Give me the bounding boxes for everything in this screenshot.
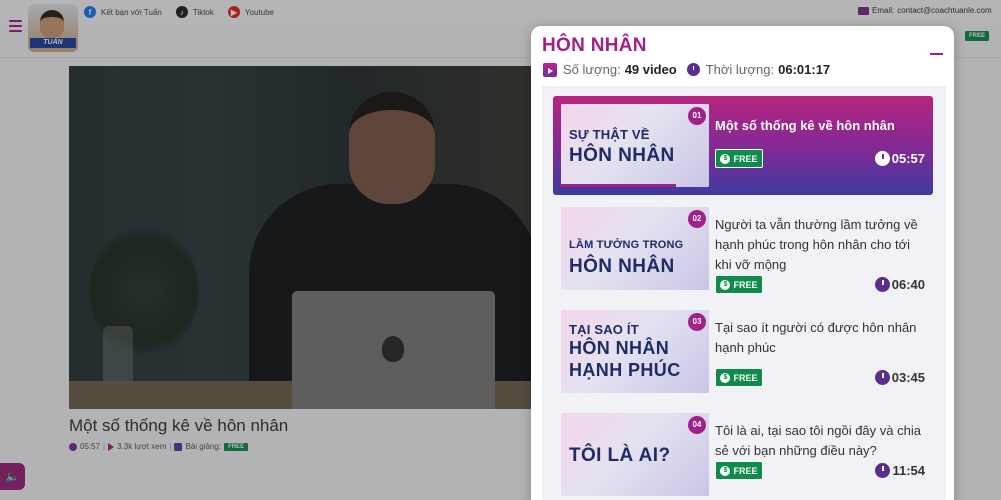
collapse-button[interactable]: [930, 53, 943, 55]
duration-value: 06:01:17: [778, 62, 831, 77]
coin-icon: $: [720, 153, 731, 164]
item-title: Tôi là ai, tại sao tôi ngồi đây và chia …: [715, 423, 921, 458]
free-badge: $ FREE: [715, 368, 763, 387]
coin-icon: $: [720, 372, 731, 383]
playlist-item-4[interactable]: TÔI LÀ AI? 04 Tôi là ai, tại sao tôi ngồ…: [553, 405, 933, 500]
item-duration: 06:40: [874, 277, 925, 292]
item-number-badge: 03: [688, 313, 706, 331]
item-thumbnail: LẦM TƯỞNG TRONG HÔN NHÂN 02: [561, 207, 709, 290]
item-duration: 03:45: [874, 370, 925, 385]
item-number-badge: 02: [688, 210, 706, 228]
item-thumbnail: TẠI SAO ÍT HÔN NHÂN HẠNH PHÚC 03: [561, 310, 709, 393]
item-title: Một số thống kê về hôn nhân: [715, 118, 895, 133]
free-badge: $ FREE: [715, 149, 763, 168]
clock-icon: [686, 63, 700, 76]
item-title: Tại sao ít người có được hôn nhân hạnh p…: [715, 320, 917, 355]
coin-icon: $: [720, 279, 731, 290]
count-label: Số lượng:: [563, 62, 621, 77]
playlist-item-2[interactable]: LẦM TƯỞNG TRONG HÔN NHÂN 02 Người ta vẫn…: [553, 199, 933, 298]
item-thumbnail: TÔI LÀ AI? 04: [561, 413, 709, 496]
coin-icon: $: [720, 465, 731, 476]
clock-icon: [874, 277, 890, 292]
clock-icon: [875, 463, 891, 478]
clock-icon: [874, 370, 890, 385]
playlist-panel: HÔN NHÂN Số lượng: 49 video Thời lượng: …: [531, 26, 954, 500]
watch-progress-bar: [561, 184, 677, 187]
free-badge: $ FREE: [715, 275, 763, 294]
clock-icon: [874, 151, 890, 166]
item-duration: 11:54: [875, 463, 925, 478]
playlist-title: HÔN NHÂN: [542, 35, 647, 56]
free-badge: $ FREE: [715, 461, 763, 480]
playlist-item-1[interactable]: SỰ THẬT VỀ HÔN NHÂN 01 Một số thống kê v…: [553, 96, 933, 195]
video-stack-icon: [543, 62, 557, 77]
playlist-list: SỰ THẬT VỀ HÔN NHÂN 01 Một số thống kê v…: [542, 86, 946, 500]
item-number-badge: 01: [688, 107, 706, 125]
item-number-badge: 04: [688, 416, 706, 434]
count-value: 49 video: [624, 62, 677, 77]
duration-label: Thời lượng:: [705, 62, 775, 77]
playlist-item-3[interactable]: TẠI SAO ÍT HÔN NHÂN HẠNH PHÚC 03 Tại sao…: [553, 302, 933, 401]
playlist-stats: Số lượng: 49 video Thời lượng: 06:01:17: [543, 62, 840, 77]
item-title: Người ta vẫn thường lầm tưởng về hạnh ph…: [715, 217, 918, 272]
item-duration: 05:57: [874, 151, 925, 166]
item-thumbnail: SỰ THẬT VỀ HÔN NHÂN 01: [561, 104, 709, 187]
